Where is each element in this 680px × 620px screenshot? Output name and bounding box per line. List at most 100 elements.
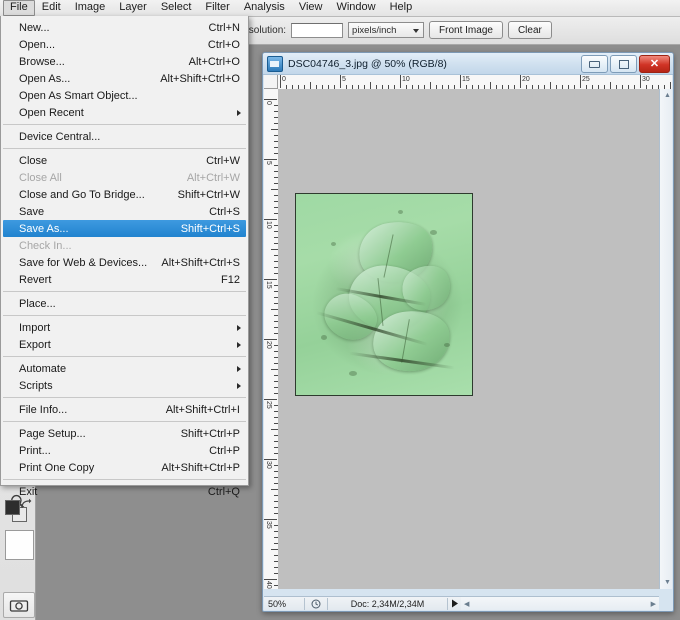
menu-item-label: File Info... (19, 403, 68, 416)
menu-item-automate[interactable]: Automate (1, 360, 248, 377)
ruler-minor-tick (271, 189, 278, 190)
menu-item-print-one-copy[interactable]: Print One Copy Alt+Shift+Ctrl+P (1, 459, 248, 476)
ruler-label: 10 (402, 76, 410, 83)
document-size-info: Doc: 2,34M/2,34M (350, 598, 425, 609)
quick-mask-toggle[interactable] (5, 530, 34, 560)
vertical-ruler[interactable]: 0 5 10 15 20 25 30 35 40 (264, 89, 279, 589)
menu-layer[interactable]: Layer (112, 0, 154, 16)
screen-mode-button[interactable] (3, 592, 35, 618)
ruler-minor-tick (271, 549, 278, 550)
resolution-input[interactable] (291, 22, 344, 38)
horizontal-ruler[interactable]: 0 5 10 15 20 25 30 (278, 75, 672, 90)
menu-item-label: Import (19, 321, 51, 334)
menu-image[interactable]: Image (68, 0, 113, 16)
menu-item-open-recent[interactable]: Open Recent (1, 104, 248, 121)
menu-window[interactable]: Window (329, 0, 382, 16)
menu-item-save-as[interactable]: Save As... Shift+Ctrl+S (3, 220, 246, 237)
menu-view[interactable]: View (292, 0, 330, 16)
ruler-minor-tick (271, 369, 278, 370)
ruler-label: 25 (265, 401, 272, 409)
menu-help[interactable]: Help (383, 0, 420, 16)
ruler-minor-tick (271, 249, 278, 250)
ruler-major-tick (340, 75, 341, 88)
menu-item-label: Print One Copy (19, 461, 95, 474)
menu-item-page-setup[interactable]: Page Setup... Shift+Ctrl+P (1, 425, 248, 442)
menu-item-label: Print... (19, 444, 51, 457)
menu-item-label: Exit (19, 485, 38, 498)
menu-file[interactable]: File (3, 0, 35, 16)
ruler-label: 30 (265, 461, 272, 469)
document-window: DSC04746_3.jpg @ 50% (RGB/8) ✕ 0 5 10 15 20 2… (262, 52, 674, 612)
texture-speck (429, 230, 437, 236)
menu-select[interactable]: Select (154, 0, 199, 16)
image-canvas[interactable] (295, 193, 473, 396)
zoom-level[interactable]: 50% (264, 599, 304, 609)
document-horizontal-scrollbar[interactable]: ◀ ▶ (461, 596, 659, 610)
menu-item-device-central[interactable]: Device Central... (1, 128, 248, 145)
statusbar-menu-button[interactable] (448, 599, 461, 608)
ruler-major-tick (264, 519, 277, 520)
ruler-label: 0 (265, 101, 272, 105)
menu-separator (3, 124, 246, 125)
menu-analysis[interactable]: Analysis (237, 0, 292, 16)
menu-item-shortcut: Ctrl+O (207, 38, 240, 51)
menu-item-file-info[interactable]: File Info... Alt+Shift+Ctrl+I (1, 401, 248, 418)
menu-item-label: Open As... (19, 72, 71, 85)
document-titlebar[interactable]: DSC04746_3.jpg @ 50% (RGB/8) ✕ (263, 53, 673, 75)
texture-speck (443, 342, 450, 347)
minimize-button[interactable] (581, 55, 608, 73)
menu-filter[interactable]: Filter (198, 0, 236, 16)
ruler-label: 35 (265, 521, 272, 529)
menu-item-label: Check In... (19, 239, 72, 252)
menu-item-save-for-web-devices[interactable]: Save for Web & Devices... Alt+Shift+Ctrl+… (1, 254, 248, 271)
menu-item-label: Revert (19, 273, 52, 286)
ruler-minor-tick (490, 82, 491, 89)
texture-speck (331, 242, 337, 247)
ruler-major-tick (280, 75, 281, 88)
menu-item-label: Save (19, 205, 45, 218)
menu-item-label: Close and Go To Bridge... (19, 188, 145, 201)
scroll-left-icon[interactable]: ◀ (464, 601, 469, 608)
menu-item-open-as[interactable]: Open As... Alt+Shift+Ctrl+O (1, 70, 248, 87)
menu-separator (3, 397, 246, 398)
menu-item-new[interactable]: New... Ctrl+N (1, 19, 248, 36)
document-vertical-scrollbar[interactable]: ▲ ▼ (659, 89, 672, 589)
menu-item-scripts[interactable]: Scripts (1, 377, 248, 394)
clear-button[interactable]: Clear (507, 21, 552, 39)
submenu-arrow-icon (237, 383, 241, 389)
menu-item-print[interactable]: Print... Ctrl+P (1, 442, 248, 459)
menu-item-open[interactable]: Open... Ctrl+O (1, 36, 248, 53)
menu-item-check-in: Check In... (1, 237, 248, 254)
ruler-minor-tick (271, 129, 278, 130)
menu-item-export[interactable]: Export (1, 336, 248, 353)
menu-item-open-as-smart-object[interactable]: Open As Smart Object... (1, 87, 248, 104)
scroll-up-icon[interactable]: ▲ (664, 92, 671, 99)
texture-speck (320, 334, 327, 340)
menu-item-place[interactable]: Place... (1, 295, 248, 312)
scroll-right-icon[interactable]: ▶ (651, 601, 656, 608)
menu-item-shortcut: Alt+Ctrl+W (186, 171, 240, 184)
maximize-icon (618, 59, 629, 69)
canvas-area[interactable] (278, 89, 659, 589)
front-image-button[interactable]: Front Image (429, 21, 503, 39)
minimize-icon (589, 60, 600, 68)
menu-item-shortcut: Ctrl+Q (207, 485, 240, 498)
close-button[interactable]: ✕ (639, 55, 670, 73)
photoshop-document-icon (267, 55, 283, 72)
resolution-units-select[interactable]: pixels/inch (348, 22, 425, 38)
menu-item-revert[interactable]: Revert F12 (1, 271, 248, 288)
menu-item-exit[interactable]: Exit Ctrl+Q (1, 483, 248, 500)
file-menu-dropdown[interactable]: New... Ctrl+N Open... Ctrl+O Browse... Alt+Ct… (0, 16, 249, 498)
ruler-minor-tick (310, 82, 311, 89)
menu-item-close[interactable]: Close Ctrl+W (1, 152, 248, 169)
maximize-button[interactable] (610, 55, 637, 73)
menu-item-label: Browse... (19, 55, 65, 68)
ruler-minor-tick (610, 82, 611, 89)
scroll-down-icon[interactable]: ▼ (664, 579, 671, 586)
menu-item-save[interactable]: Save Ctrl+S (1, 203, 248, 220)
menu-item-close-and-go-to-bridge[interactable]: Close and Go To Bridge... Shift+Ctrl+W (1, 186, 248, 203)
ruler-corner[interactable] (264, 75, 278, 89)
menu-item-import[interactable]: Import (1, 319, 248, 336)
menu-item-browse[interactable]: Browse... Alt+Ctrl+O (1, 53, 248, 70)
menu-edit[interactable]: Edit (35, 0, 68, 16)
